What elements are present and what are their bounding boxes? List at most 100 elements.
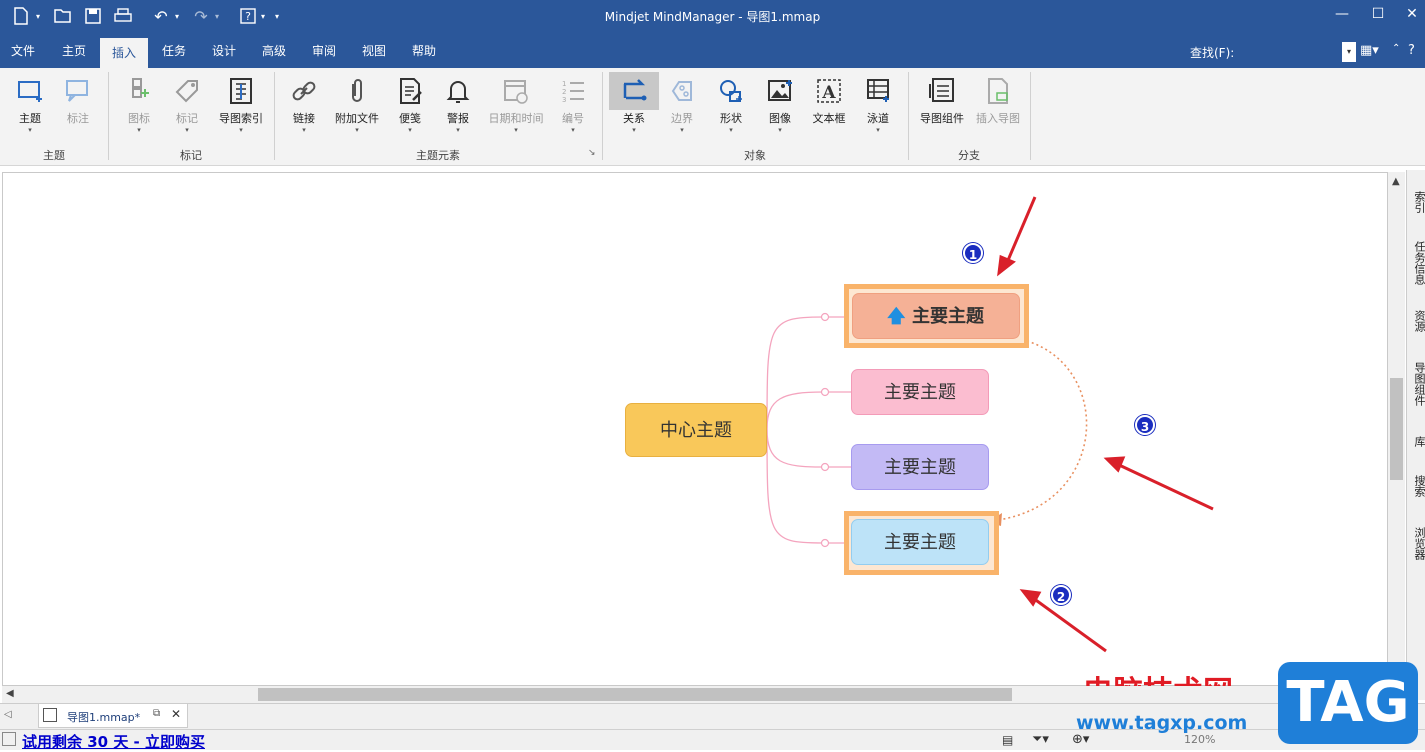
tab-insert[interactable]: 插入: [100, 38, 148, 68]
insert-link-button[interactable]: 链接 ▾: [286, 76, 322, 146]
pane-tab-map-parts[interactable]: 导图组件: [1409, 348, 1425, 420]
close-button[interactable]: ✕: [1397, 6, 1425, 26]
horizontal-scrollbar[interactable]: ◀: [2, 686, 1388, 703]
annotation-arrows: [997, 196, 1214, 653]
date-time-button[interactable]: 日期和时间 ▾: [486, 76, 546, 146]
collapse-ribbon-icon[interactable]: ⌃: [1392, 43, 1406, 54]
main-topic-1[interactable]: 🡅 主要主题: [852, 293, 1020, 339]
calendar-icon: [504, 80, 528, 104]
insert-callout-button[interactable]: 标注: [58, 76, 98, 146]
numbered-list-icon: 123: [562, 80, 584, 104]
text-box-icon: A: [817, 79, 841, 103]
filter-icon[interactable]: ⏷▾: [1032, 732, 1049, 747]
relationship-line: [997, 340, 1088, 521]
help-circle-icon[interactable]: ?: [1408, 43, 1422, 58]
tab-view[interactable]: 视图: [350, 34, 398, 68]
window-title: Mindjet MindManager - 导图1.mmap: [604, 10, 821, 24]
up-arrow-icon: 🡅: [887, 306, 906, 327]
pane-tab-library[interactable]: 库: [1409, 424, 1425, 458]
map-canvas[interactable]: 中心主题 🡅 主要主题 主要主题 主要主题 主要主题 1 2 3 电脑技术网: [2, 172, 1388, 710]
link-icon: [292, 81, 316, 101]
attach-file-button[interactable]: 附加文件 ▾: [332, 76, 382, 146]
svg-text:2: 2: [562, 88, 566, 96]
map-part-button[interactable]: 导图组件: [916, 76, 968, 146]
shape-button[interactable]: 形状 ▾: [712, 76, 750, 146]
tab-task[interactable]: 任务: [150, 34, 198, 68]
layout-icon[interactable]: ▤: [1002, 733, 1013, 747]
group-label-branch: 分支: [958, 149, 980, 162]
map-index-button[interactable]: 导图索引 ▾: [214, 76, 268, 146]
minimize-button[interactable]: —: [1327, 6, 1357, 26]
note-icon: [400, 78, 422, 104]
group-label-topic-elements: 主题元素: [416, 149, 460, 162]
insert-alarm-button[interactable]: 警报 ▾: [440, 76, 476, 146]
pane-tab-task-info[interactable]: 任务信息: [1409, 230, 1425, 296]
tab-review[interactable]: 审阅: [300, 34, 348, 68]
insert-tag-button[interactable]: 标记 ▾: [168, 76, 206, 146]
relationship-icon: [623, 79, 647, 101]
scroll-up-icon[interactable]: ▲: [1392, 176, 1400, 187]
options-grid-icon[interactable]: ▦▾: [1360, 43, 1386, 61]
title-bar: ▾ ↶ ▾ ↷ ▾ ? ▾ ▾ Mindjet MindManager - 导图…: [0, 0, 1425, 34]
group-label-marker: 标记: [180, 149, 202, 162]
map-index-icon: [230, 78, 252, 104]
watermark-url: www.tagxp.com: [1076, 712, 1248, 734]
tab-advanced[interactable]: 高级: [250, 34, 298, 68]
trial-link[interactable]: 试用剩余 30 天 - 立即购买: [22, 731, 205, 752]
float-tab-icon[interactable]: ⧉: [153, 708, 160, 719]
tab-help[interactable]: 帮助: [400, 34, 448, 68]
find-label: 查找(F):: [1190, 46, 1235, 60]
pane-tab-search[interactable]: 搜索: [1409, 462, 1425, 510]
main-topic-2[interactable]: 主要主题: [851, 369, 989, 415]
group-label-objects: 对象: [744, 149, 766, 162]
step-badge-1: 1: [963, 243, 983, 263]
insert-note-button[interactable]: 便笺 ▾: [392, 76, 428, 146]
insert-map-icon: [988, 78, 1008, 104]
right-task-pane: 索引 任务信息 资源 导图组件 库 搜索 浏览器: [1406, 170, 1425, 700]
numbering-button[interactable]: 123 编号 ▾: [556, 76, 590, 146]
swimlane-button[interactable]: 泳道 ▾: [858, 76, 898, 146]
image-icon: [768, 80, 792, 101]
topic-icon: [18, 81, 42, 102]
step-badge-2: 2: [1051, 585, 1071, 605]
callout-icon: [66, 80, 88, 102]
insert-topic-button[interactable]: 主题 ▾: [10, 76, 50, 146]
insert-map-button[interactable]: 插入导图: [972, 76, 1024, 146]
svg-text:3: 3: [562, 96, 566, 104]
boundary-icon: [671, 81, 692, 101]
tab-home[interactable]: 主页: [50, 34, 98, 68]
map-file-icon: [43, 708, 57, 722]
close-tab-icon[interactable]: ✕: [171, 707, 181, 721]
insert-icon-button[interactable]: 图标 ▾: [120, 76, 158, 146]
central-topic[interactable]: 中心主题: [625, 403, 767, 457]
main-topic-4[interactable]: 主要主题: [851, 519, 989, 565]
svg-text:A: A: [821, 83, 836, 103]
boundary-button[interactable]: 边界 ▾: [662, 76, 702, 146]
pane-tab-browser[interactable]: 浏览器: [1409, 514, 1425, 572]
pane-tab-index[interactable]: 索引: [1409, 176, 1425, 228]
pane-tab-resources[interactable]: 资源: [1409, 298, 1425, 344]
dialog-launcher-icon[interactable]: ↘: [588, 148, 596, 158]
zoom-level[interactable]: 120%: [1184, 733, 1215, 746]
tab-scroll-left-icon[interactable]: ◁: [4, 709, 12, 720]
shape-icon: [720, 80, 742, 102]
icon-marker-icon: [132, 78, 149, 98]
tab-design[interactable]: 设计: [200, 34, 248, 68]
vertical-scrollbar[interactable]: ▲: [1388, 172, 1405, 686]
vertical-scroll-thumb[interactable]: [1390, 378, 1403, 480]
zoom-in-icon[interactable]: ⊕▾: [1072, 732, 1089, 747]
group-separator: [1030, 72, 1031, 160]
horizontal-scroll-thumb[interactable]: [258, 688, 1012, 701]
find-dropdown[interactable]: ▾: [1342, 42, 1356, 62]
watermark-logo: TAG: [1278, 662, 1418, 744]
document-tab-name: 导图1.mmap*: [67, 711, 141, 724]
tab-file[interactable]: 文件: [0, 34, 46, 68]
relationship-button[interactable]: 关系 ▾: [609, 76, 659, 146]
text-box-button[interactable]: A 文本框: [808, 76, 850, 146]
main-topic-4-label: 主要主题: [884, 532, 956, 553]
maximize-button[interactable]: ☐: [1363, 6, 1393, 26]
image-button[interactable]: 图像 ▾: [760, 76, 800, 146]
main-topic-3[interactable]: 主要主题: [851, 444, 989, 490]
document-tab[interactable]: 导图1.mmap* ⧉ ✕: [38, 704, 188, 728]
scroll-left-icon[interactable]: ◀: [6, 688, 14, 699]
